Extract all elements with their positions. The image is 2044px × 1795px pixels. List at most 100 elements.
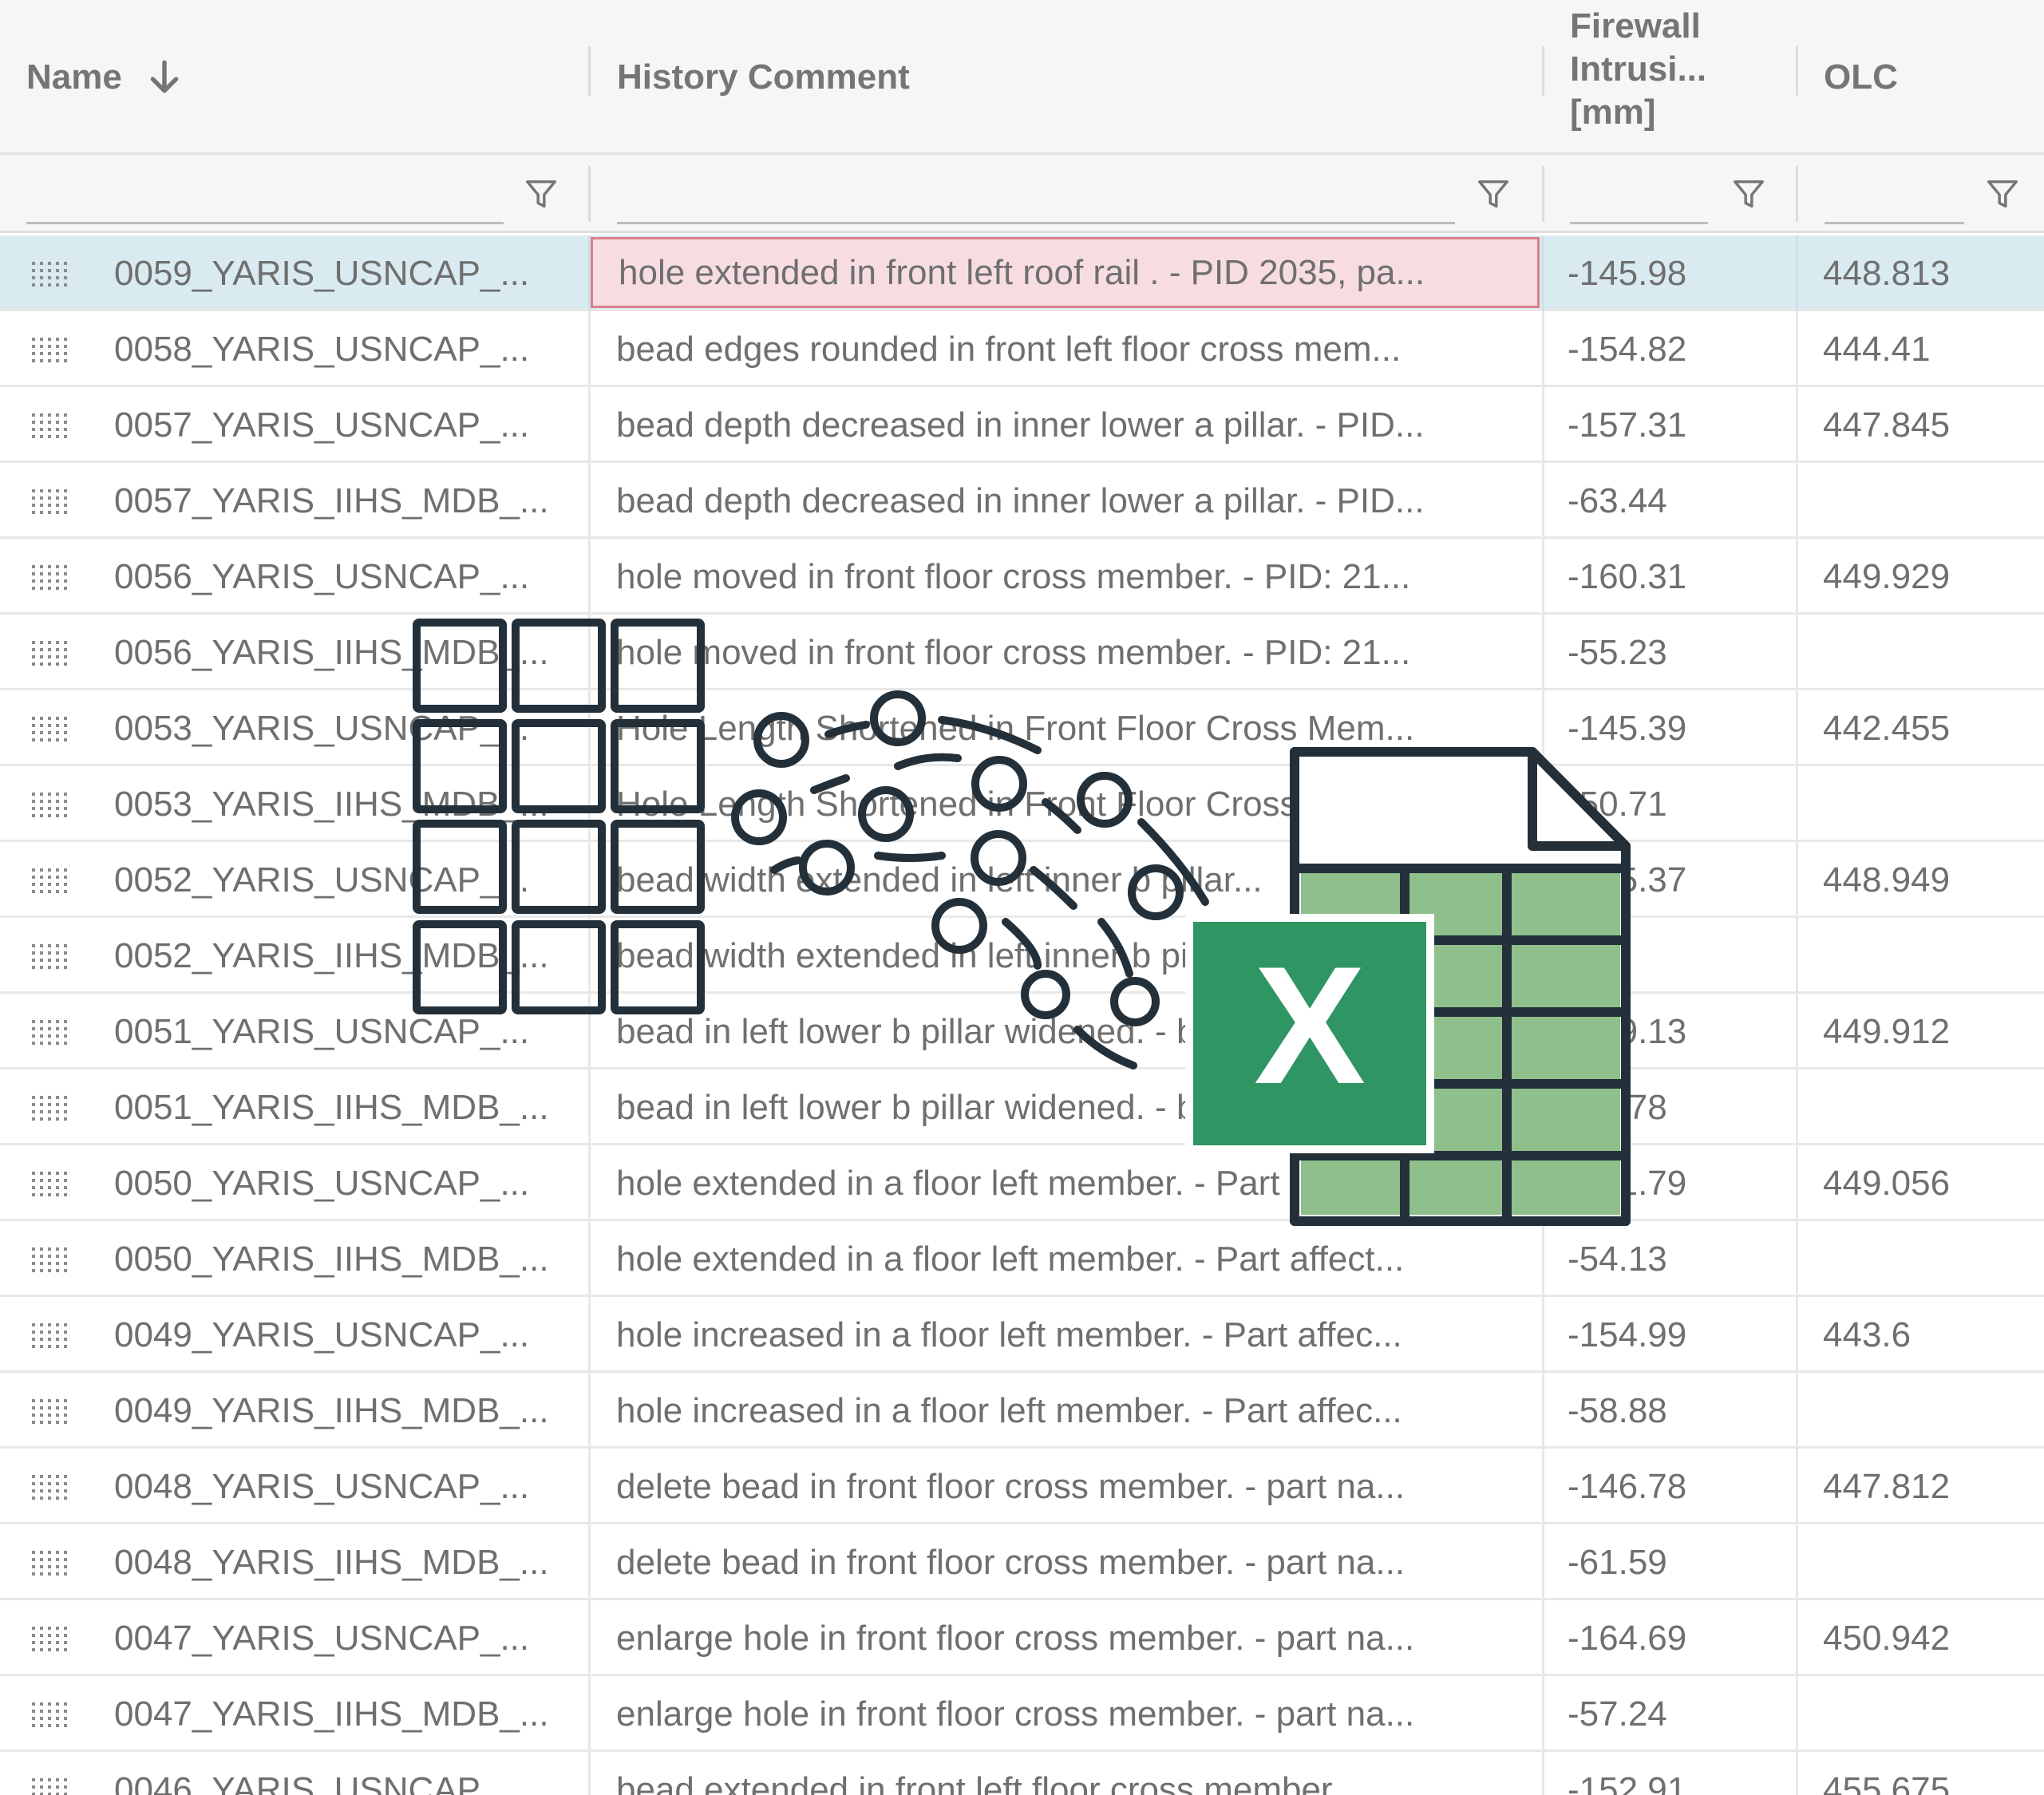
column-resizer[interactable] bbox=[588, 46, 591, 96]
table-row[interactable]: 0048_YARIS_IIHS_MDB_... delete bead in fr… bbox=[0, 1524, 2044, 1600]
cell-firewall-intrusion[interactable]: -54.13 bbox=[1542, 1221, 1794, 1297]
cell-name[interactable]: 0048_YARIS_IIHS_MDB_... bbox=[114, 1524, 579, 1600]
cell-firewall-intrusion[interactable]: -152.91 bbox=[1542, 1752, 1794, 1795]
cell-history-comment[interactable]: enlarge hole in front floor cross member… bbox=[591, 1676, 1540, 1752]
cell-olc[interactable]: 449.929 bbox=[1796, 539, 2044, 615]
cell-history-comment[interactable]: delete bead in front floor cross member.… bbox=[591, 1449, 1540, 1524]
table-row[interactable]: 0057_YARIS_IIHS_MDB_... bead depth decrea… bbox=[0, 463, 2044, 539]
filter-input-olc[interactable] bbox=[1825, 222, 1964, 224]
cell-history-comment-editing[interactable]: hole extended in front left roof rail . … bbox=[591, 237, 1540, 308]
table-row[interactable]: 0059_YARIS_USNCAP_... hole extended in fr… bbox=[0, 235, 2044, 311]
cell-olc[interactable]: 443.6 bbox=[1796, 1297, 2044, 1373]
cell-olc[interactable]: 447.812 bbox=[1796, 1449, 2044, 1524]
cell-history-comment[interactable]: bead depth decreased in inner lower a pi… bbox=[591, 387, 1540, 463]
table-row[interactable]: 0056_YARIS_USNCAP_... hole moved in front… bbox=[0, 539, 2044, 615]
cell-name[interactable]: 0048_YARIS_USNCAP_... bbox=[114, 1449, 579, 1524]
cell-firewall-intrusion[interactable]: -157.31 bbox=[1542, 387, 1794, 463]
cell-firewall-intrusion[interactable]: -160.31 bbox=[1542, 539, 1794, 615]
cell-olc[interactable]: 447.845 bbox=[1796, 387, 2044, 463]
column-header-olc[interactable]: OLC bbox=[1824, 0, 2039, 155]
filter-input-name[interactable] bbox=[26, 222, 504, 224]
table-row[interactable]: 0057_YARIS_USNCAP_... bead depth decrease… bbox=[0, 387, 2044, 463]
cell-firewall-intrusion[interactable]: -57.24 bbox=[1542, 1676, 1794, 1752]
cell-olc[interactable]: 449.056 bbox=[1796, 1145, 2044, 1221]
filter-icon[interactable] bbox=[1730, 176, 1767, 212]
column-header-history[interactable]: History Comment bbox=[617, 0, 1535, 155]
filter-icon[interactable] bbox=[1984, 176, 2021, 212]
cell-name[interactable]: 0046_YARIS_USNCAP_... bbox=[114, 1752, 579, 1795]
drag-handle-icon[interactable] bbox=[30, 1600, 70, 1676]
cell-firewall-intrusion[interactable]: -61.59 bbox=[1542, 1524, 1794, 1600]
drag-handle-icon[interactable] bbox=[30, 1752, 70, 1795]
cell-history-comment[interactable]: hole extended in a floor left member. - … bbox=[591, 1221, 1540, 1297]
cell-history-comment[interactable]: bead edges rounded in front left floor c… bbox=[591, 311, 1540, 387]
table-row[interactable]: 0046_YARIS_USNCAP_... bead extended in fr… bbox=[0, 1752, 2044, 1795]
column-resizer[interactable] bbox=[1796, 46, 1798, 96]
filter-input-history[interactable] bbox=[617, 222, 1455, 224]
table-row[interactable]: 0058_YARIS_USNCAP_... bead edges rounded … bbox=[0, 311, 2044, 387]
cell-history-comment[interactable]: hole increased in a floor left member. -… bbox=[591, 1297, 1540, 1373]
filter-icon[interactable] bbox=[1475, 176, 1512, 212]
cell-olc[interactable]: 455.675 bbox=[1796, 1752, 2044, 1795]
drag-handle-icon[interactable] bbox=[30, 311, 70, 387]
cell-olc[interactable] bbox=[1796, 1069, 2044, 1145]
cell-name[interactable]: 0057_YARIS_USNCAP_... bbox=[114, 387, 579, 463]
cell-history-comment[interactable]: bead extended in front left floor cross … bbox=[591, 1752, 1540, 1795]
cell-name[interactable]: 0049_YARIS_IIHS_MDB_... bbox=[114, 1373, 579, 1449]
cell-name[interactable]: 0047_YARIS_IIHS_MDB_... bbox=[114, 1676, 579, 1752]
cell-history-comment[interactable]: enlarge hole in front floor cross member… bbox=[591, 1600, 1540, 1676]
table-row[interactable]: 0047_YARIS_IIHS_MDB_... enlarge hole in f… bbox=[0, 1676, 2044, 1752]
drag-handle-icon[interactable] bbox=[30, 690, 70, 766]
cell-history-comment[interactable]: delete bead in front floor cross member.… bbox=[591, 1524, 1540, 1600]
column-header-name[interactable]: Name bbox=[26, 0, 585, 155]
cell-olc[interactable]: 448.813 bbox=[1796, 235, 2044, 311]
column-resizer[interactable] bbox=[1542, 46, 1544, 96]
cell-olc[interactable] bbox=[1796, 463, 2044, 539]
cell-firewall-intrusion[interactable]: -63.44 bbox=[1542, 463, 1794, 539]
drag-handle-icon[interactable] bbox=[30, 1297, 70, 1373]
drag-handle-icon[interactable] bbox=[30, 842, 70, 918]
drag-handle-icon[interactable] bbox=[30, 235, 70, 311]
filter-icon[interactable] bbox=[523, 176, 559, 212]
drag-handle-icon[interactable] bbox=[30, 539, 70, 615]
cell-olc[interactable] bbox=[1796, 918, 2044, 994]
cell-history-comment[interactable]: bead depth decreased in inner lower a pi… bbox=[591, 463, 1540, 539]
cell-name[interactable]: 0058_YARIS_USNCAP_... bbox=[114, 311, 579, 387]
cell-firewall-intrusion[interactable]: -164.69 bbox=[1542, 1600, 1794, 1676]
cell-history-comment[interactable]: hole moved in front floor cross member. … bbox=[591, 539, 1540, 615]
drag-handle-icon[interactable] bbox=[30, 1524, 70, 1600]
cell-name[interactable]: 0049_YARIS_USNCAP_... bbox=[114, 1297, 579, 1373]
cell-olc[interactable]: 450.942 bbox=[1796, 1600, 2044, 1676]
cell-firewall-intrusion[interactable]: -146.78 bbox=[1542, 1449, 1794, 1524]
drag-handle-icon[interactable] bbox=[30, 615, 70, 690]
filter-input-firewall[interactable] bbox=[1570, 222, 1708, 224]
cell-firewall-intrusion[interactable]: -58.88 bbox=[1542, 1373, 1794, 1449]
cell-olc[interactable]: 448.949 bbox=[1796, 842, 2044, 918]
cell-olc[interactable]: 442.455 bbox=[1796, 690, 2044, 766]
cell-olc[interactable] bbox=[1796, 615, 2044, 690]
drag-handle-icon[interactable] bbox=[30, 1676, 70, 1752]
cell-olc[interactable] bbox=[1796, 1524, 2044, 1600]
cell-name[interactable]: 0047_YARIS_USNCAP_... bbox=[114, 1600, 579, 1676]
drag-handle-icon[interactable] bbox=[30, 1221, 70, 1297]
arrow-down-icon[interactable] bbox=[144, 57, 184, 97]
cell-history-comment[interactable]: hole increased in a floor left member. -… bbox=[591, 1373, 1540, 1449]
cell-olc[interactable]: 444.41 bbox=[1796, 311, 2044, 387]
drag-handle-icon[interactable] bbox=[30, 463, 70, 539]
drag-handle-icon[interactable] bbox=[30, 1373, 70, 1449]
table-row[interactable]: 0049_YARIS_IIHS_MDB_... hole increased in… bbox=[0, 1373, 2044, 1449]
column-header-firewall[interactable]: Firewall Intrusi... [mm] bbox=[1570, 0, 1793, 155]
cell-name[interactable]: 0050_YARIS_IIHS_MDB_... bbox=[114, 1221, 579, 1297]
drag-handle-icon[interactable] bbox=[30, 1145, 70, 1221]
table-row[interactable]: 0048_YARIS_USNCAP_... delete bead in fron… bbox=[0, 1449, 2044, 1524]
cell-olc[interactable] bbox=[1796, 1373, 2044, 1449]
drag-handle-icon[interactable] bbox=[30, 766, 70, 842]
cell-firewall-intrusion[interactable]: -154.99 bbox=[1542, 1297, 1794, 1373]
drag-handle-icon[interactable] bbox=[30, 1449, 70, 1524]
cell-firewall-intrusion[interactable]: -154.82 bbox=[1542, 311, 1794, 387]
cell-olc[interactable] bbox=[1796, 1221, 2044, 1297]
cell-olc[interactable] bbox=[1796, 1676, 2044, 1752]
cell-olc[interactable] bbox=[1796, 766, 2044, 842]
cell-firewall-intrusion[interactable]: -145.98 bbox=[1542, 235, 1794, 311]
cell-name[interactable]: 0057_YARIS_IIHS_MDB_... bbox=[114, 463, 579, 539]
